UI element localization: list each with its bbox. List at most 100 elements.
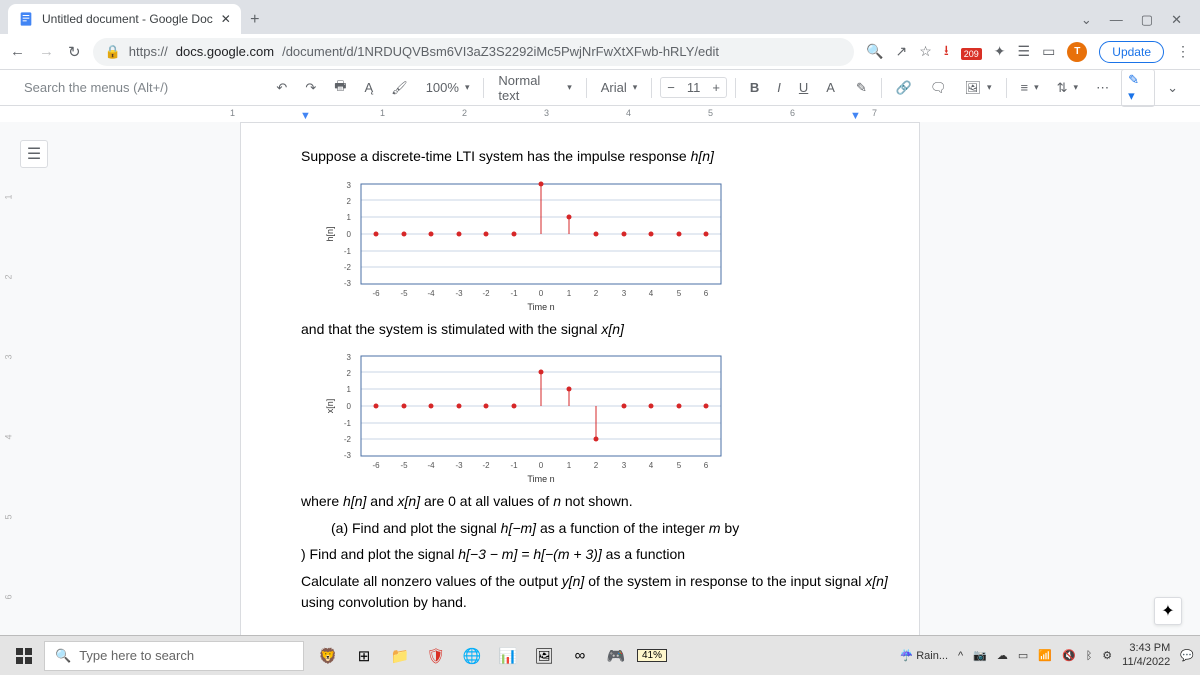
link-icon[interactable]: 🔗 [890, 77, 918, 99]
font-size-value[interactable]: 11 [681, 78, 707, 97]
network-icon[interactable]: 📶 [1038, 649, 1052, 662]
comment-icon[interactable]: 🗨 [924, 77, 953, 99]
battery-indicator[interactable]: 41% [636, 640, 668, 672]
taskbar-search-input[interactable]: 🔍 Type here to search [44, 641, 304, 671]
paragraph[interactable]: ) Find and plot the signal h[−3 − m] = h… [301, 545, 889, 566]
bluetooth-icon[interactable]: ᛒ [1086, 650, 1093, 662]
windows-taskbar: 🔍 Type here to search 🦁 ⊞ 📁 🛡 🌐 📊 🖼 ∞ 🎮 … [0, 635, 1200, 675]
document-page[interactable]: Suppose a discrete-time LTI system has t… [240, 122, 920, 635]
cast-icon[interactable]: ▭ [1018, 649, 1028, 662]
svg-text:1: 1 [347, 385, 352, 394]
font-family-select[interactable]: Arial [595, 77, 644, 98]
paragraph[interactable]: where h[n] and x[n] are 0 at all values … [301, 492, 889, 513]
italic-button[interactable]: I [771, 77, 787, 98]
task-view-icon[interactable]: ⊞ [348, 640, 380, 672]
paragraph-style-select[interactable]: Normal text [492, 70, 577, 106]
print-icon[interactable]: 🖶 [328, 74, 352, 102]
paint-format-icon[interactable]: 🖌 [385, 77, 414, 99]
url-path: /document/d/1NRDUQVBsm6VI3aZ3S2292iMc5Pw… [282, 44, 719, 59]
camera-icon[interactable]: 📷 [973, 649, 987, 662]
system-tray: ☔ Rain... ^ 📷 ☁ ▭ 📶 🔇 ᛒ ⚙ 3:43 PM11/4/20… [899, 642, 1194, 668]
svg-text:6: 6 [704, 461, 709, 470]
star-icon[interactable]: ☆ [919, 43, 932, 60]
insert-image-icon[interactable]: 🖼 [959, 77, 998, 99]
notifications-icon[interactable]: 💬 [1180, 649, 1194, 662]
profile-avatar[interactable]: T [1067, 42, 1087, 62]
new-tab-button[interactable]: + [241, 6, 269, 34]
paragraph[interactable]: Suppose a discrete-time LTI system has t… [301, 147, 889, 168]
settings-icon[interactable]: ⚙ [1102, 649, 1112, 662]
svg-text:-2: -2 [344, 263, 352, 272]
font-size-control[interactable]: − 11 + [660, 77, 727, 98]
app-icon[interactable]: ∞ [564, 640, 596, 672]
close-icon[interactable]: ✕ [1171, 12, 1182, 28]
svg-text:6: 6 [704, 289, 709, 298]
reading-list-icon[interactable]: ☰ [1018, 43, 1031, 60]
taskbar-clock[interactable]: 3:43 PM11/4/2022 [1122, 642, 1170, 668]
url-input[interactable]: 🔒 https://docs.google.com/document/d/1NR… [93, 38, 855, 66]
bold-button[interactable]: B [744, 77, 765, 98]
app-icon[interactable]: 🦁 [312, 640, 344, 672]
vertical-ruler[interactable]: 123456 [0, 122, 24, 635]
underline-button[interactable]: U [793, 77, 814, 98]
paragraph[interactable]: Calculate all nonzero values of the outp… [301, 572, 889, 613]
svg-text:-4: -4 [427, 289, 435, 298]
browser-tab[interactable]: Untitled document - Google Doc ✕ [8, 4, 241, 34]
back-icon[interactable]: ← [10, 43, 25, 60]
svg-text:3: 3 [622, 461, 627, 470]
paragraph[interactable]: and that the system is stimulated with t… [301, 320, 889, 341]
zoom-select[interactable]: 100% [420, 78, 476, 97]
editing-mode-button[interactable]: ✎ ▾ [1121, 69, 1155, 107]
horizontal-ruler[interactable]: 1 ▼ 1 2 3 4 5 6 ▼ 7 [0, 106, 1200, 122]
app-icon[interactable]: 🎮 [600, 640, 632, 672]
collapse-toolbar-icon[interactable]: ⌄ [1161, 77, 1184, 99]
shield-icon[interactable]: 🛡 [420, 640, 452, 672]
svg-text:3: 3 [347, 181, 352, 190]
search-icon[interactable]: 🔍 [866, 43, 883, 60]
app-icon[interactable]: 🖼 [528, 640, 560, 672]
line-spacing-icon[interactable]: ⇅ [1051, 77, 1084, 99]
svg-text:4: 4 [649, 461, 654, 470]
maximize-icon[interactable]: ▢ [1141, 12, 1153, 28]
side-panel-icon[interactable]: ▭ [1042, 43, 1055, 60]
update-button[interactable]: Update [1099, 41, 1164, 63]
align-icon[interactable]: ≡ [1015, 77, 1045, 98]
volume-icon[interactable]: 🔇 [1062, 649, 1076, 662]
paragraph[interactable]: (a) Find and plot the signal h[−m] as a … [331, 519, 889, 540]
kebab-icon[interactable]: ⋮ [1176, 43, 1190, 60]
extension-badge[interactable]: 209 [961, 44, 982, 60]
svg-text:-3: -3 [455, 289, 463, 298]
svg-text:5: 5 [677, 461, 682, 470]
minimize-icon[interactable]: — [1110, 12, 1123, 28]
indent-marker-icon[interactable]: ▼ [300, 110, 311, 122]
puzzle-icon[interactable]: ✦ [994, 43, 1006, 60]
spellcheck-icon[interactable]: Ą [359, 77, 380, 98]
start-button[interactable] [6, 640, 42, 672]
share-icon[interactable]: ↗ [896, 43, 908, 60]
tray-chevron-icon[interactable]: ^ [958, 650, 963, 662]
reload-icon[interactable]: ↻ [68, 43, 81, 61]
chrome-icon[interactable]: 🌐 [456, 640, 488, 672]
forward-icon[interactable]: → [39, 43, 54, 60]
app-icon[interactable]: 📊 [492, 640, 524, 672]
text-color-button[interactable]: A [820, 77, 844, 98]
more-icon[interactable]: ⋯ [1090, 77, 1115, 99]
svg-text:0: 0 [347, 402, 352, 411]
weather-widget[interactable]: ☔ Rain... [899, 649, 948, 662]
redo-icon[interactable]: ↷ [299, 77, 322, 99]
menu-search-input[interactable]: Search the menus (Alt+/) [16, 76, 264, 99]
outline-toggle-button[interactable]: ☰ [20, 140, 48, 168]
highlight-icon[interactable]: ✎ [850, 77, 873, 99]
onedrive-icon[interactable]: ☁ [997, 649, 1008, 662]
explorer-icon[interactable]: 📁 [384, 640, 416, 672]
decrease-font-icon[interactable]: − [661, 78, 681, 97]
explore-button[interactable]: ✦ [1154, 597, 1182, 625]
increase-font-icon[interactable]: + [706, 78, 726, 97]
chevron-down-icon[interactable]: ⌄ [1081, 12, 1092, 28]
download-icon[interactable]: ⭳ [944, 40, 949, 64]
undo-icon[interactable]: ↶ [270, 77, 293, 99]
close-tab-icon[interactable]: ✕ [221, 12, 231, 26]
svg-text:2: 2 [347, 369, 352, 378]
document-area: ☰ 123456 Suppose a discrete-time LTI sys… [0, 122, 1200, 635]
right-indent-marker-icon[interactable]: ▼ [850, 110, 861, 122]
